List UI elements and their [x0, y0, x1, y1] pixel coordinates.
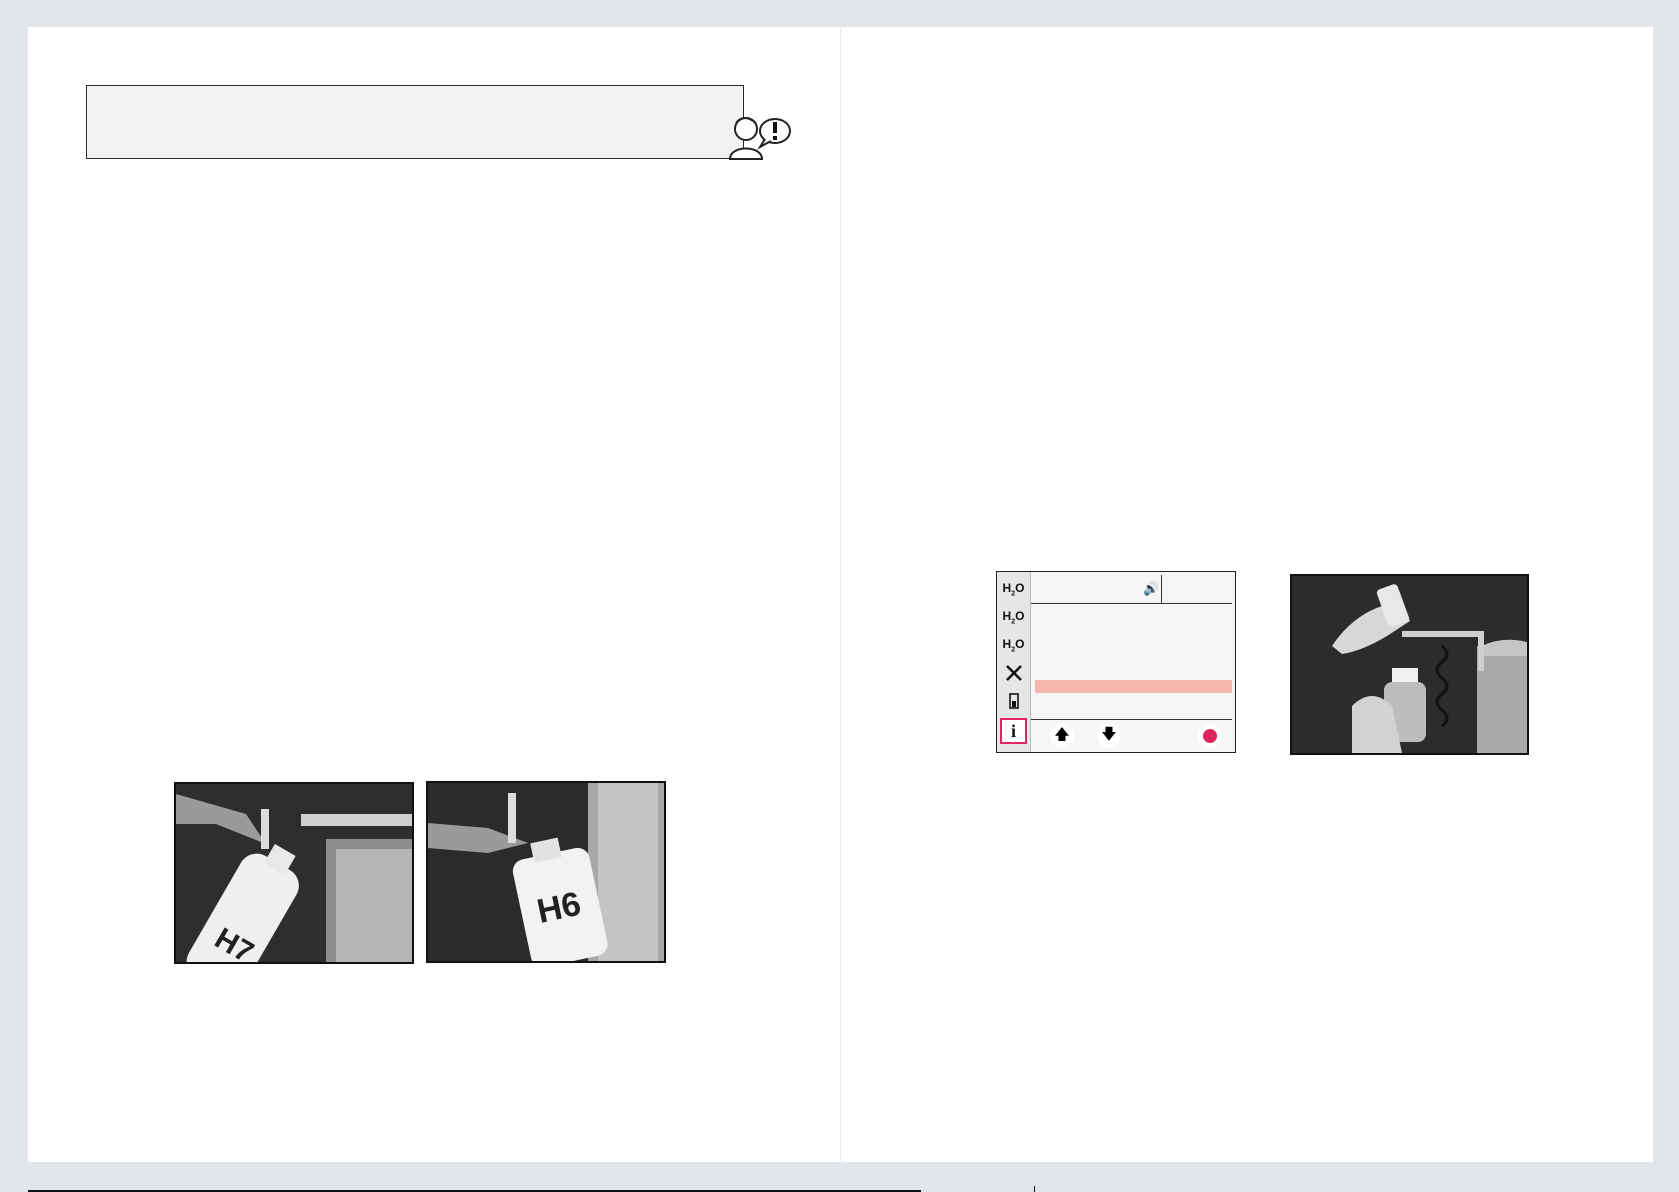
h2o-icon[interactable]: H2O: [1000, 576, 1027, 602]
right-page: H2O H2O H2O i 🔊 🡅 🡇: [840, 27, 1653, 1162]
display-bottom-divider: [1031, 719, 1232, 720]
cartridge-icon[interactable]: [1000, 688, 1027, 714]
h2o-icon-label: H2O: [1002, 608, 1025, 626]
stop-button[interactable]: [1198, 724, 1222, 748]
h2o-icon-label: H2O: [1002, 636, 1025, 654]
display-topbar: 🔊: [1031, 575, 1232, 604]
h2o-icon[interactable]: H2O: [1000, 604, 1027, 630]
display-sidebar: H2O H2O H2O i: [997, 572, 1031, 752]
h2o-icon-label: H2O: [1002, 580, 1025, 598]
footer-tick: [1034, 1186, 1035, 1192]
stop-icon: [1203, 729, 1217, 743]
photo-filter-h6: H6: [426, 781, 666, 963]
info-icon-label: i: [1010, 720, 1016, 741]
photo-filter-h7: H7: [174, 782, 414, 964]
attention-person-icon: [728, 117, 791, 160]
device-display: H2O H2O H2O i 🔊 🡅 🡇: [996, 571, 1236, 753]
tools-icon[interactable]: [1000, 660, 1027, 686]
selected-row[interactable]: [1035, 680, 1232, 693]
note-box: [86, 85, 744, 159]
photo-water-sample: [1290, 574, 1529, 755]
topbar-divider: [1161, 575, 1162, 603]
left-page: H7 H6: [28, 27, 840, 1162]
h2o-icon[interactable]: H2O: [1000, 632, 1027, 658]
arrow-down-icon[interactable]: 🡇: [1097, 724, 1121, 748]
info-icon[interactable]: i: [1000, 718, 1027, 744]
arrow-up-icon[interactable]: 🡅: [1050, 724, 1074, 748]
speaker-icon[interactable]: 🔊: [1143, 581, 1159, 597]
